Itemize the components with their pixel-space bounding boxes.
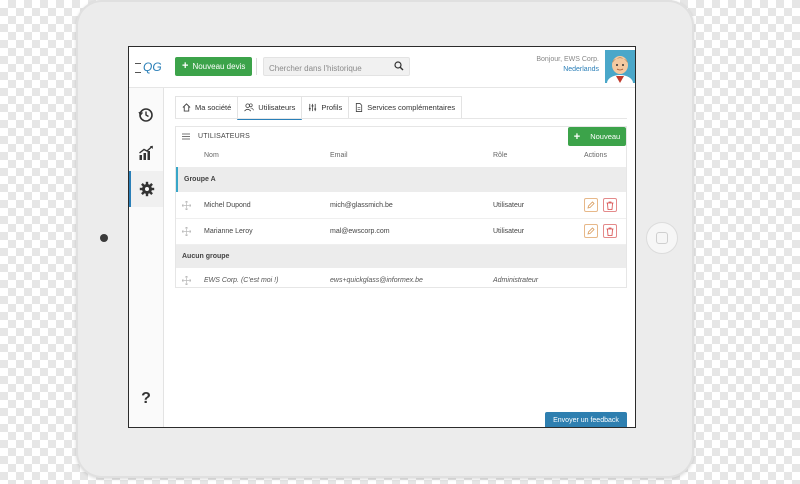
app-screen: QG + Nouveau devis Bonjour, EWS Corp. Ne… bbox=[128, 46, 636, 428]
feedback-button[interactable]: Envoyer un feedback bbox=[545, 412, 627, 427]
app-logo[interactable]: QG bbox=[135, 56, 162, 78]
sliders-icon bbox=[309, 103, 317, 112]
top-bar: QG + Nouveau devis Bonjour, EWS Corp. Ne… bbox=[129, 47, 635, 88]
plus-icon: + bbox=[573, 130, 581, 143]
tab-services[interactable]: Services complémentaires bbox=[348, 96, 463, 118]
col-name[interactable]: Nom bbox=[204, 152, 219, 159]
tab-services-label: Services complémentaires bbox=[367, 103, 456, 112]
user-email: mich@glassmich.be bbox=[330, 202, 393, 209]
home-icon bbox=[182, 103, 191, 112]
col-email[interactable]: Email bbox=[330, 152, 348, 159]
group-row: Groupe A bbox=[176, 167, 626, 192]
camera-dot bbox=[100, 234, 108, 242]
delete-button[interactable] bbox=[603, 198, 617, 212]
tab-profiles[interactable]: Profils bbox=[301, 96, 350, 118]
panel-title: UTILISATEURS bbox=[182, 133, 250, 140]
user-email: mal@ewscorp.com bbox=[330, 228, 390, 235]
tab-company[interactable]: Ma société bbox=[175, 96, 239, 118]
tab-baseline bbox=[175, 118, 627, 119]
trash-icon bbox=[606, 201, 614, 210]
sidebar: ? bbox=[129, 88, 164, 427]
col-actions: Actions bbox=[584, 152, 607, 159]
search-input[interactable] bbox=[264, 60, 389, 77]
table-header: Nom Email Rôle Actions bbox=[176, 152, 626, 166]
new-quote-label: Nouveau devis bbox=[192, 62, 246, 71]
delete-button[interactable] bbox=[603, 224, 617, 238]
search-box[interactable] bbox=[263, 57, 410, 77]
user-role: Administrateur bbox=[493, 277, 539, 284]
sidebar-item-settings[interactable] bbox=[129, 171, 163, 207]
home-button[interactable] bbox=[646, 222, 678, 254]
language-link[interactable]: Nederlands bbox=[536, 65, 599, 75]
user-info: Bonjour, EWS Corp. Nederlands bbox=[536, 55, 599, 75]
help-button[interactable]: ? bbox=[129, 384, 163, 414]
user-role: Utilisateur bbox=[493, 202, 525, 209]
avatar-icon bbox=[605, 50, 635, 83]
edit-button[interactable] bbox=[584, 198, 598, 212]
col-role[interactable]: Rôle bbox=[493, 152, 507, 159]
add-user-label: Nouveau bbox=[590, 132, 621, 141]
user-name: Michel Dupond bbox=[204, 202, 251, 209]
tab-company-label: Ma société bbox=[195, 103, 232, 112]
history-icon bbox=[138, 108, 153, 122]
table-row[interactable]: Marianne Leroy mal@ewscorp.com Utilisate… bbox=[176, 219, 626, 245]
avatar[interactable] bbox=[605, 50, 635, 83]
edit-button[interactable] bbox=[584, 224, 598, 238]
tab-users[interactable]: Utilisateurs bbox=[237, 96, 303, 120]
greeting-text: Bonjour, EWS Corp. bbox=[536, 56, 599, 63]
search-icon[interactable] bbox=[394, 61, 404, 71]
user-role: Utilisateur bbox=[493, 228, 525, 235]
user-email: ews+quickglass@informex.be bbox=[330, 277, 423, 284]
drag-handle-icon[interactable] bbox=[182, 227, 191, 236]
users-icon bbox=[244, 103, 255, 112]
document-icon bbox=[356, 103, 363, 112]
user-name: Marianne Leroy bbox=[204, 228, 253, 235]
menu-icon[interactable] bbox=[182, 133, 190, 140]
pencil-icon bbox=[587, 201, 595, 209]
gear-icon bbox=[139, 181, 155, 197]
tab-bar: Ma société Utilisateurs Profils Services… bbox=[175, 96, 463, 120]
table-row[interactable]: Michel Dupond mich@glassmich.be Utilisat… bbox=[176, 193, 626, 219]
pencil-icon bbox=[587, 227, 595, 235]
users-panel: UTILISATEURS + Nouveau Nom Email Rôle Ac… bbox=[175, 126, 627, 288]
group-row: Aucun groupe bbox=[176, 245, 626, 268]
sidebar-item-stats[interactable] bbox=[129, 135, 163, 171]
trash-icon bbox=[606, 227, 614, 236]
drag-handle-icon[interactable] bbox=[182, 201, 191, 210]
divider bbox=[256, 58, 257, 75]
table-row[interactable]: EWS Corp. (C'est moi !) ews+quickglass@i… bbox=[176, 268, 626, 293]
chart-icon bbox=[139, 145, 153, 160]
sidebar-item-history[interactable] bbox=[129, 97, 163, 133]
user-name: EWS Corp. (C'est moi !) bbox=[204, 277, 279, 284]
tab-profiles-label: Profils bbox=[321, 103, 343, 112]
plus-icon: + bbox=[182, 60, 189, 72]
add-user-button[interactable]: + Nouveau bbox=[568, 127, 626, 146]
tab-users-label: Utilisateurs bbox=[258, 103, 296, 112]
panel-title-label: UTILISATEURS bbox=[198, 133, 251, 140]
drag-handle-icon[interactable] bbox=[182, 276, 191, 285]
new-quote-button[interactable]: + Nouveau devis bbox=[175, 57, 253, 76]
